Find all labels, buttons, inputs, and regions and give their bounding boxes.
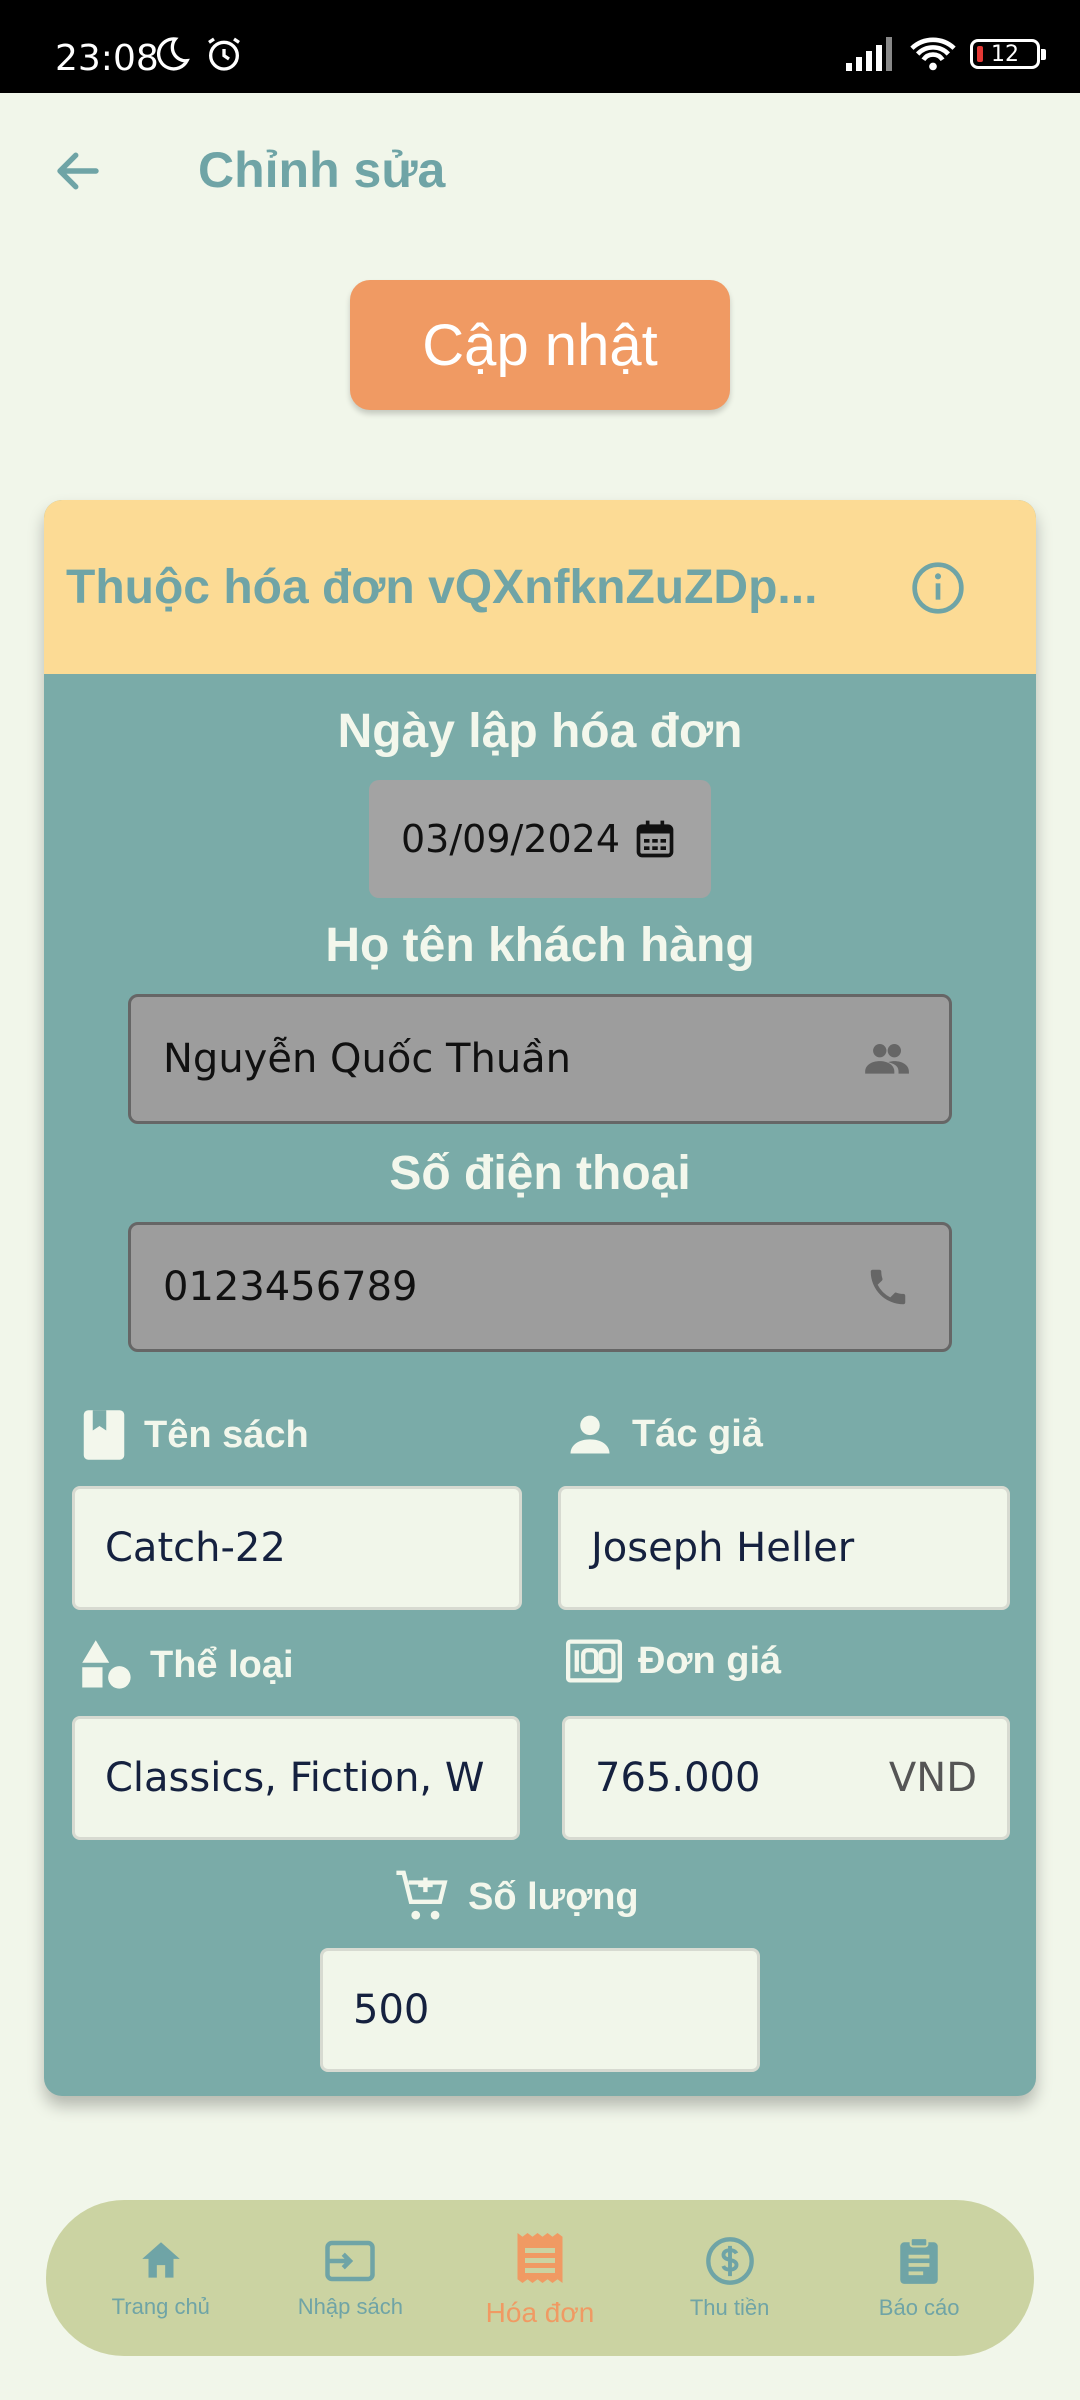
- moon-icon: [156, 37, 190, 71]
- nav-item-import[interactable]: Nhập sách: [260, 2236, 440, 2320]
- genre-label-row: Thể loại: [80, 1638, 294, 1692]
- unit-price-label: Đơn giá: [638, 1639, 782, 1682]
- signal-icon: [846, 37, 892, 71]
- card-header: Thuộc hóa đơn vQXnfknZuZDp...: [44, 500, 1036, 674]
- invoice-date-value: 03/09/2024: [401, 817, 621, 861]
- unit-price-input[interactable]: 765.000 VND: [562, 1716, 1010, 1840]
- quantity-value: 500: [353, 1987, 430, 2033]
- person-icon: [570, 1415, 610, 1454]
- app-bar: Chỉnh sửa: [0, 93, 1080, 249]
- bottom-navigation: Trang chủ Nhập sách Hóa đơn Thu tiền Báo…: [46, 2200, 1034, 2356]
- customer-name-label: Họ tên khách hàng: [325, 919, 755, 972]
- unit-price-value: 765.000: [595, 1755, 761, 1801]
- nav-label-invoice: Hóa đơn: [485, 2297, 595, 2328]
- currency-suffix: VND: [888, 1755, 977, 1801]
- book-icon: [83, 1410, 125, 1460]
- quantity-input[interactable]: 500: [320, 1948, 760, 2072]
- quantity-label: Số lượng: [468, 1875, 639, 1918]
- home-icon: [142, 2242, 180, 2278]
- nav-item-invoice[interactable]: Hóa đơn: [450, 2227, 630, 2329]
- battery-level: 12: [991, 41, 1019, 67]
- status-icons-left: [152, 34, 244, 74]
- unit-price-label-row: Đơn giá: [566, 1638, 781, 1684]
- status-time: 23:08: [55, 38, 159, 79]
- genre-value: Classics, Fiction, W: [105, 1755, 485, 1801]
- genre-input[interactable]: Classics, Fiction, W: [72, 1716, 520, 1840]
- update-button[interactable]: Cập nhật: [350, 280, 730, 410]
- genre-label: Thể loại: [150, 1643, 294, 1686]
- page-title: Chỉnh sửa: [198, 142, 446, 198]
- author-label-row: Tác giả: [564, 1408, 763, 1460]
- alarm-icon: [208, 37, 240, 71]
- invoice-item-card: Thuộc hóa đơn vQXnfknZuZDp... Ngày lập h…: [44, 500, 1036, 2096]
- quantity-label-row: Số lượng: [394, 1868, 639, 1926]
- clipboard-icon: [900, 2237, 938, 2284]
- book-title-label: Tên sách: [144, 1413, 309, 1456]
- calendar-icon: [636, 820, 674, 858]
- back-button[interactable]: [40, 133, 116, 209]
- money-icon: [566, 1639, 622, 1683]
- nav-label-import: Nhập sách: [297, 2294, 403, 2319]
- author-value: Joseph Heller: [591, 1525, 855, 1571]
- status-bar: 23:08 12: [0, 0, 1080, 93]
- info-icon[interactable]: [910, 560, 966, 616]
- author-input[interactable]: Joseph Heller: [558, 1486, 1010, 1610]
- phone-field[interactable]: 0123456789: [128, 1222, 952, 1352]
- book-title-label-row: Tên sách: [80, 1408, 309, 1462]
- input-icon: [325, 2240, 376, 2282]
- invoice-date-picker[interactable]: 03/09/2024: [369, 780, 711, 898]
- phone-label: Số điện thoại: [389, 1147, 691, 1200]
- receipt-icon: [517, 2233, 563, 2283]
- customer-name-field[interactable]: Nguyễn Quốc Thuần: [128, 994, 952, 1124]
- phone-icon: [870, 1269, 906, 1305]
- shapes-icon: [82, 1640, 131, 1689]
- author-label: Tác giả: [632, 1412, 763, 1455]
- people-icon: [865, 1044, 909, 1074]
- battery-indicator: 12: [970, 39, 1046, 69]
- wifi-icon: [910, 37, 956, 71]
- nav-item-report[interactable]: Báo cáo: [829, 2235, 1009, 2321]
- status-icons-right: 12: [846, 36, 1046, 72]
- cart-add-icon: [396, 1870, 448, 1920]
- nav-label-collect: Thu tiền: [689, 2295, 770, 2320]
- phone-value: 0123456789: [163, 1264, 418, 1310]
- book-title-value: Catch-22: [105, 1525, 286, 1571]
- nav-label-home: Trang chủ: [111, 2294, 210, 2319]
- nav-label-report: Báo cáo: [878, 2295, 960, 2320]
- invoice-date-label: Ngày lập hóa đơn: [337, 705, 743, 758]
- nav-item-home[interactable]: Trang chủ: [71, 2236, 251, 2320]
- card-title: Thuộc hóa đơn vQXnfknZuZDp...: [66, 561, 818, 614]
- dollar-icon: [705, 2237, 754, 2285]
- book-title-input[interactable]: Catch-22: [72, 1486, 522, 1610]
- arrow-left-icon: [57, 152, 99, 190]
- nav-item-collect[interactable]: Thu tiền: [640, 2235, 820, 2321]
- customer-name-value: Nguyễn Quốc Thuần: [163, 1036, 572, 1082]
